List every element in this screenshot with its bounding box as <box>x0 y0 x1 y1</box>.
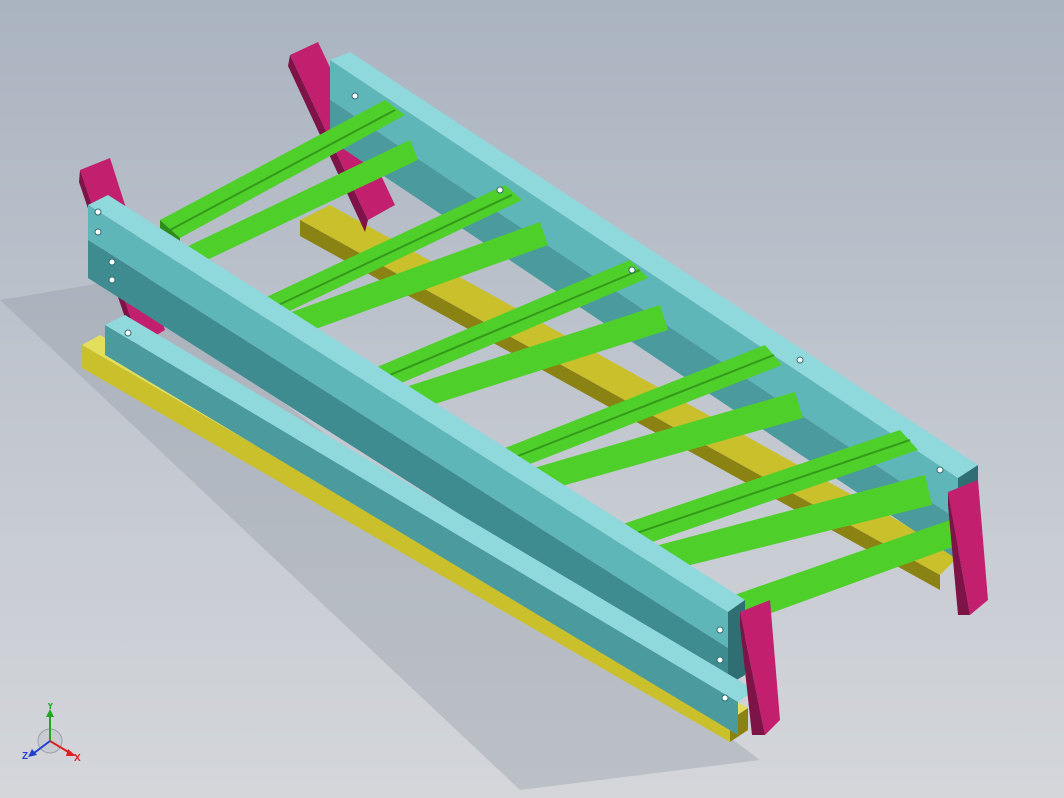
triad-z-label: Z <box>22 751 28 762</box>
triad-x-label: X <box>74 753 81 764</box>
conveyor-assembly-model[interactable] <box>0 0 1064 798</box>
model-viewport[interactable]: Y X Z <box>0 0 1064 798</box>
coordinate-triad: Y X Z <box>22 703 81 764</box>
triad-y-label: Y <box>47 703 54 712</box>
